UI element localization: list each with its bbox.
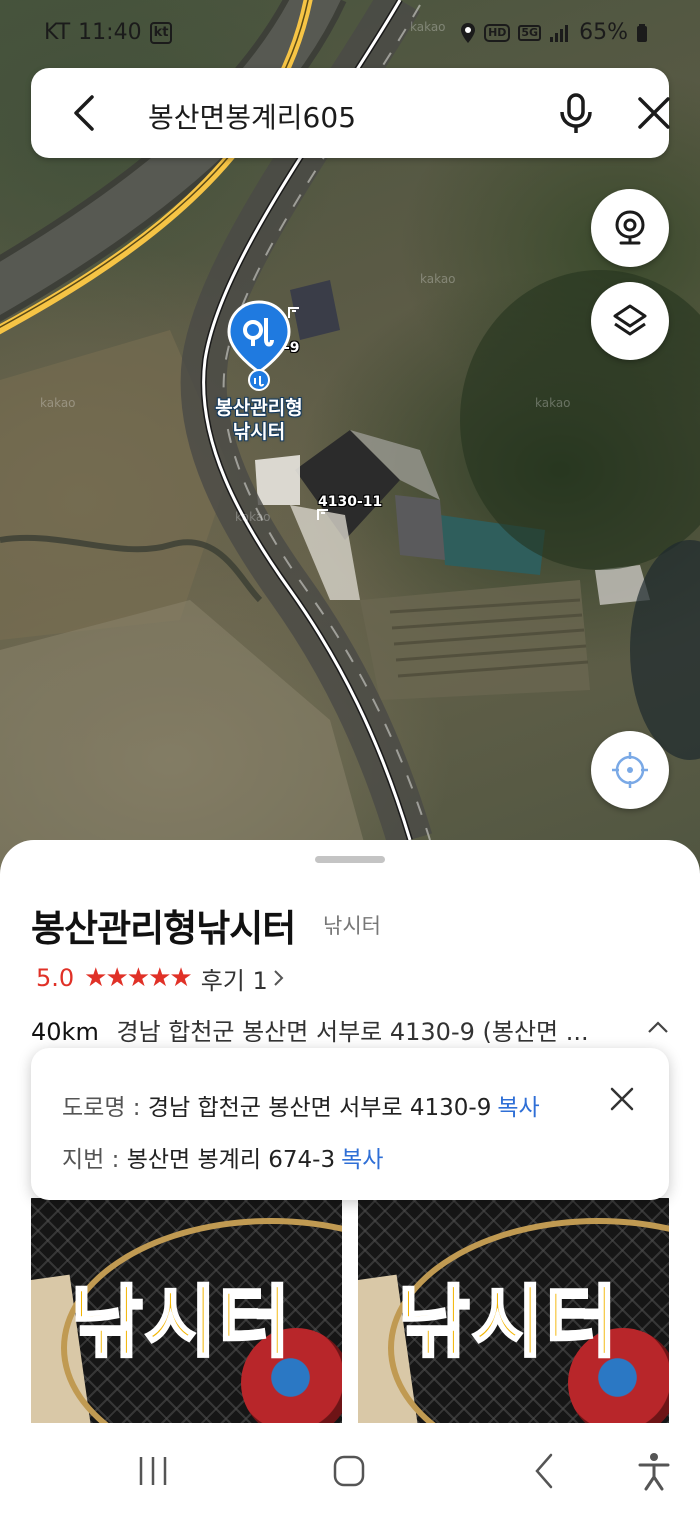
battery-percent: 65% — [579, 20, 628, 45]
back-nav-button[interactable] — [523, 1449, 567, 1493]
chevron-up-icon[interactable] — [644, 1016, 672, 1038]
carrier-badge: kt — [149, 21, 173, 44]
search-bar[interactable]: 봉산면봉계리605 — [31, 68, 670, 158]
location-icon — [461, 22, 476, 43]
lot-address-label: 지번 : — [62, 1147, 127, 1173]
layers-icon — [613, 304, 647, 336]
distance: 40km — [31, 1018, 99, 1046]
accessibility-icon — [638, 1453, 670, 1491]
accessibility-button[interactable] — [632, 1449, 676, 1493]
place-marker[interactable] — [226, 300, 292, 392]
my-location-button[interactable] — [591, 731, 669, 809]
map-watermark: kakao — [420, 272, 456, 286]
place-photo[interactable]: 낚시터 — [31, 1198, 342, 1423]
status-bar: KT 11:40 kt HD 5G 65% — [0, 0, 700, 68]
back-button[interactable] — [61, 88, 111, 138]
back-arrow-icon — [74, 95, 94, 131]
marker-place-label: 봉산관리형 낚시터 — [215, 397, 303, 443]
place-photo[interactable]: 낚시터 — [358, 1198, 669, 1423]
recent-apps-button[interactable] — [131, 1449, 175, 1493]
lot-address-value: 봉산면 봉계리 674-3 — [126, 1147, 336, 1173]
copy-road-address-button[interactable]: 복사 — [497, 1095, 539, 1121]
address-popup: 도로명 : 경남 합천군 봉산면 서부로 4130-9 복사 지번 : 봉산면 봉… — [31, 1048, 669, 1200]
close-icon — [638, 97, 670, 129]
road-address-line: 도로명 : 경남 합천군 봉산면 서부로 4130-9 복사 — [62, 1088, 540, 1122]
signal-icon — [550, 24, 569, 42]
map-layers-button[interactable] — [591, 282, 669, 360]
map-watermark: kakao — [235, 510, 271, 524]
clear-search-button[interactable] — [629, 88, 679, 138]
copy-lot-address-button[interactable]: 복사 — [341, 1147, 383, 1173]
map-watermark: kakao — [40, 396, 76, 410]
hd-voice-badge: HD — [484, 23, 511, 42]
fishing-pin-icon — [227, 300, 291, 391]
voice-search-button[interactable] — [551, 88, 601, 138]
chevron-right-icon — [274, 970, 284, 986]
recent-apps-icon — [139, 1457, 167, 1485]
map-watermark: kakao — [535, 396, 571, 410]
rating-score: 5.0 — [36, 964, 75, 992]
carrier-label: KT — [44, 20, 71, 45]
rating-row[interactable]: 5.0 ★★★★★ 후기 1 — [36, 960, 286, 996]
sheet-drag-handle[interactable] — [315, 856, 385, 863]
building-entrance-icon — [317, 509, 328, 520]
lot-address-line: 지번 : 봉산면 봉계리 674-3 복사 — [62, 1140, 383, 1174]
my-location-icon — [612, 752, 648, 788]
microphone-icon — [560, 93, 592, 133]
streetview-icon — [615, 210, 645, 245]
roadview-button[interactable] — [591, 189, 669, 267]
close-popup-button[interactable] — [607, 1084, 637, 1114]
map-view[interactable]: kakao kakao kakao kakao kakao -9 4130-11… — [0, 0, 700, 900]
clock: 11:40 — [78, 20, 142, 45]
photo-caption: 낚시터 — [396, 1277, 620, 1370]
rating-stars: ★★★★★ — [84, 963, 193, 993]
road-address-label: 도로명 : — [62, 1095, 148, 1121]
photo-caption: 낚시터 — [69, 1277, 293, 1370]
close-icon — [610, 1087, 634, 1111]
back-nav-icon — [535, 1453, 553, 1489]
search-query-text[interactable]: 봉산면봉계리605 — [148, 96, 356, 136]
address-summary: 경남 합천군 봉산면 서부로 4130-9 (봉산면 ... — [116, 1018, 589, 1046]
place-category: 낚시터 — [323, 914, 381, 938]
battery-icon — [637, 23, 647, 42]
network-type-badge: 5G — [518, 24, 542, 41]
distance-address-row[interactable]: 40km 경남 합천군 봉산면 서부로 4130-9 (봉산면 ... — [31, 1012, 671, 1048]
review-count-link[interactable]: 후기 1 — [201, 961, 268, 996]
system-navigation-bar — [0, 1423, 700, 1517]
home-button[interactable] — [327, 1449, 371, 1493]
home-icon — [333, 1455, 365, 1487]
place-title: 봉산관리형낚시터 — [31, 907, 296, 950]
road-address-value: 경남 합천군 봉산면 서부로 4130-9 — [147, 1095, 492, 1121]
